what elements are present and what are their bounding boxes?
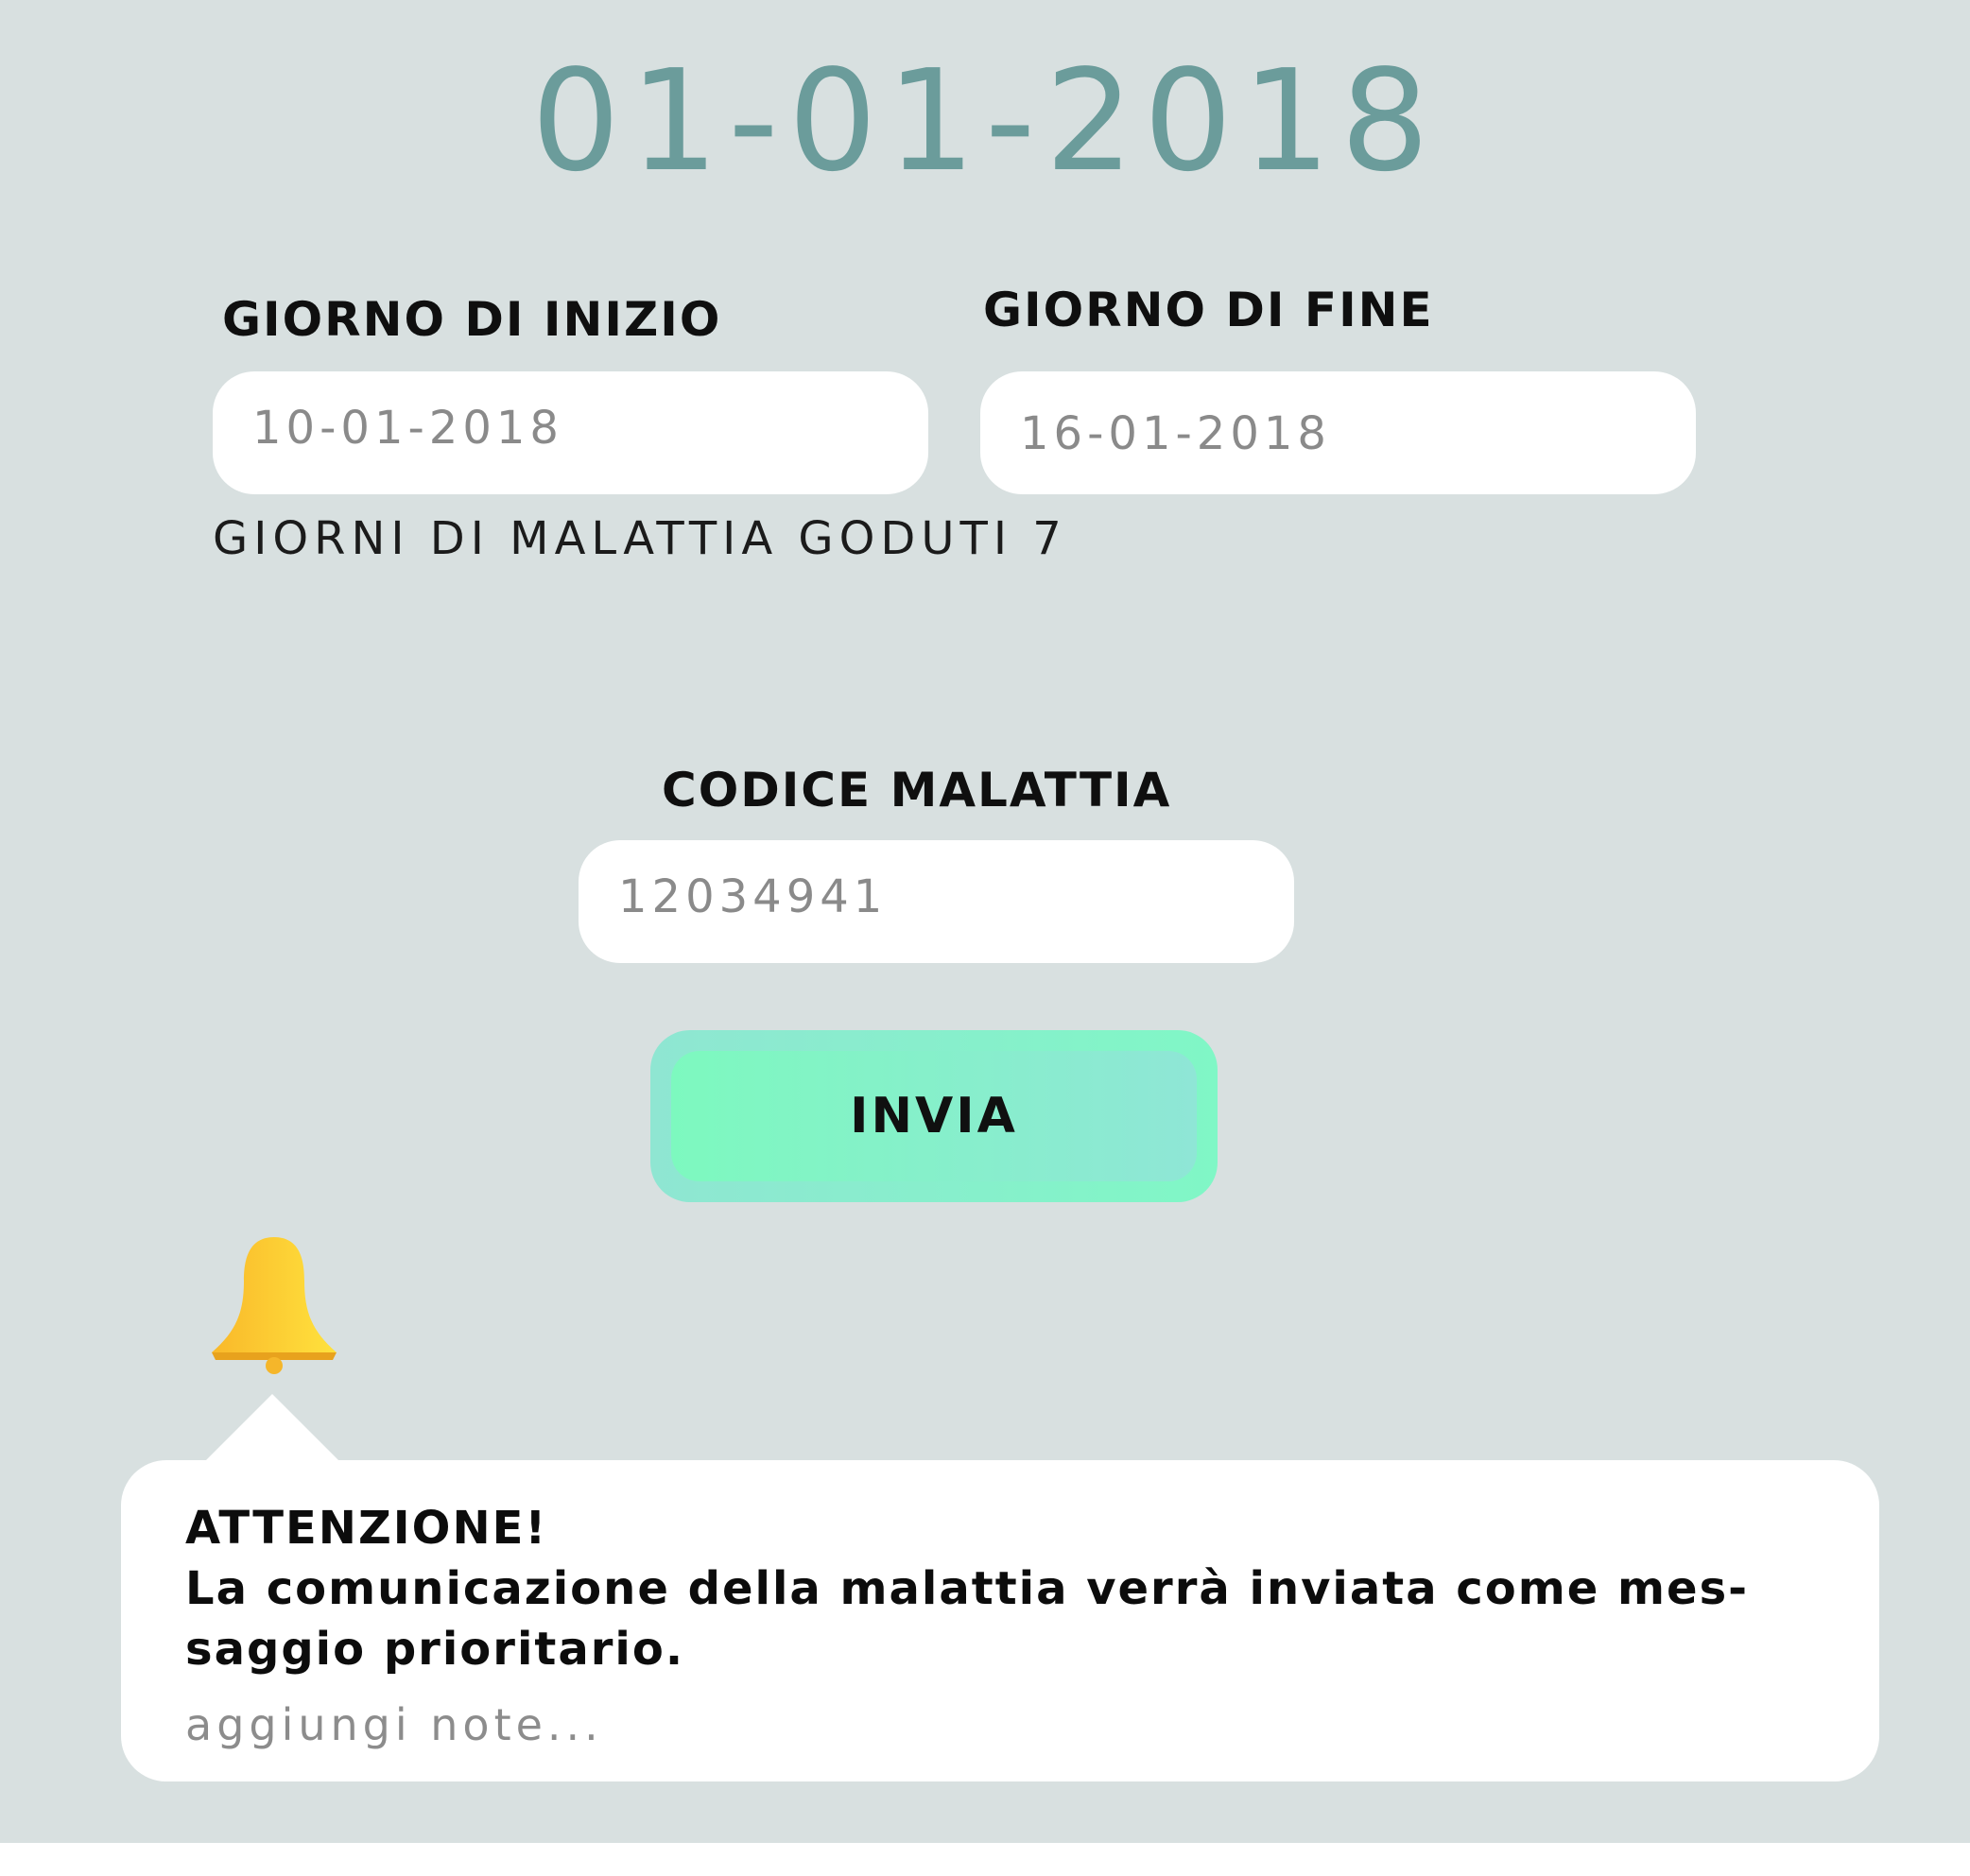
end-date-value: 16-01-2018 [1020,407,1331,460]
start-date-value: 10-01-2018 [252,402,563,455]
notice-message: La comunicazione della malattia verrà in… [185,1558,1877,1679]
notes-input[interactable]: aggiungi note... [185,1696,603,1753]
start-date-label: GIORNO DI INIZIO [222,292,722,347]
end-date-label: GIORNO DI FINE [983,283,1434,337]
notice-title: ATTENZIONE! [185,1502,548,1555]
illness-code-field[interactable]: 12034941 [579,840,1294,963]
send-button-label: INVIA [850,1088,1018,1145]
notice-message-line-2: saggio prioritario. [185,1623,685,1676]
send-button[interactable]: INVIA [650,1030,1218,1202]
illness-code-value: 12034941 [618,870,888,923]
notice-pointer [204,1394,340,1462]
bell-icon [212,1237,337,1374]
illness-code-label: CODICE MALATTIA [662,763,1172,818]
end-date-field[interactable]: 16-01-2018 [980,371,1696,494]
page-title-date: 01-01-2018 [530,40,1440,202]
priority-notice-card: ATTENZIONE! La comunicazione della malat… [121,1460,1879,1781]
start-date-field[interactable]: 10-01-2018 [213,371,928,494]
notice-message-line-1: La comunicazione della malattia verrà in… [185,1562,1750,1615]
sick-leave-screen: 01-01-2018 GIORNO DI INIZIO GIORNO DI FI… [0,0,1970,1843]
sick-days-used-text: GIORNI DI MALATTIA GODUTI 7 [213,512,1067,565]
